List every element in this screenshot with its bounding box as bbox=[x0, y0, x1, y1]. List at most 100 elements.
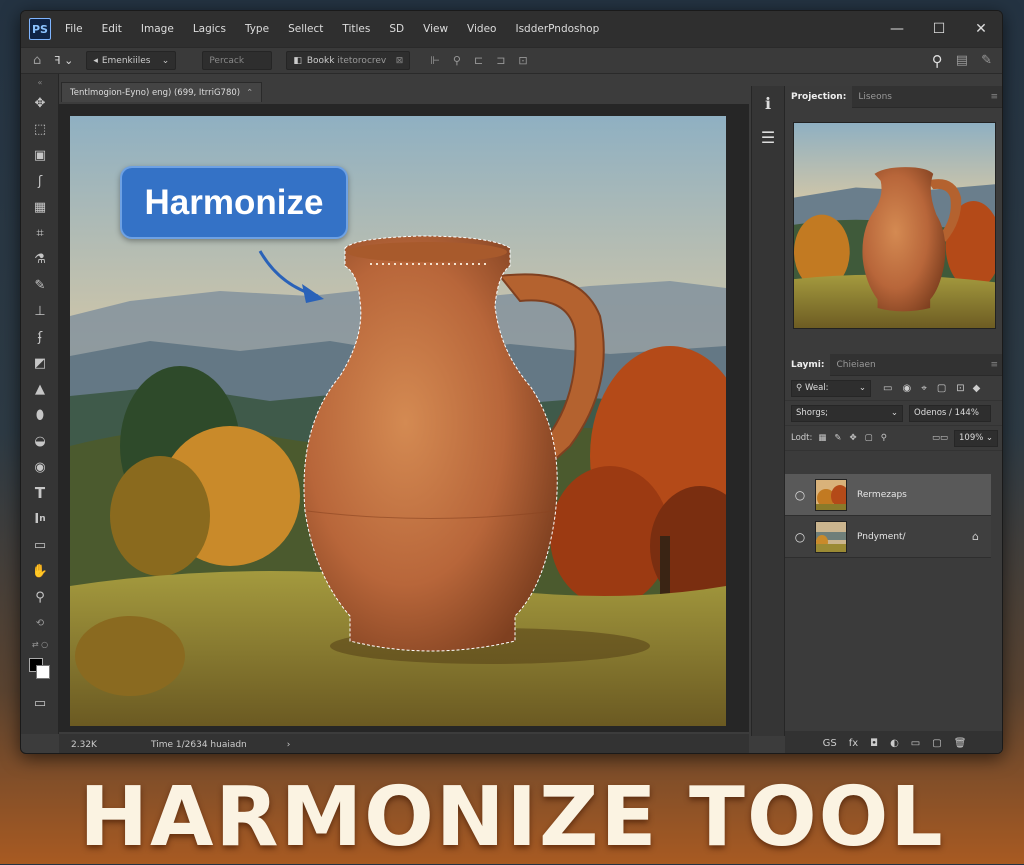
marquee-tool-icon[interactable]: ⬚ bbox=[21, 116, 59, 142]
mask-icon[interactable]: ◘ bbox=[870, 738, 878, 749]
object-select-tool-icon[interactable]: ▦ bbox=[21, 194, 59, 220]
layer-row-background[interactable]: ○ Pndyment/ ⌂ bbox=[785, 516, 991, 558]
lock-row: Lodt: ▦ ✎ ✥ ▢ ⚲ ▭▭ 109% ⌄ bbox=[785, 426, 1002, 451]
layers-footer: GS fx ◘ ◐ ▭ ▢ 🗑 bbox=[785, 731, 1002, 753]
home-icon[interactable]: ⌂ bbox=[33, 53, 41, 68]
menu-select[interactable]: Sellect bbox=[288, 23, 323, 35]
info-panel-icon[interactable]: ℹ bbox=[752, 86, 784, 120]
align-center-icon[interactable]: ⚲ bbox=[453, 54, 461, 67]
filter-pixel-icon[interactable]: ▭ bbox=[883, 383, 892, 394]
panel-menu-icon[interactable]: ≡ bbox=[990, 92, 998, 102]
visibility-eye-icon[interactable]: ○ bbox=[785, 488, 815, 502]
lasso-tool-icon[interactable]: ʃ bbox=[21, 168, 59, 194]
filter-adjust-icon[interactable]: ◉ bbox=[902, 383, 911, 394]
eraser-tool-icon[interactable]: ◩ bbox=[21, 350, 59, 376]
lock-brush-icon[interactable]: ✎ bbox=[834, 433, 841, 443]
menu-edit[interactable]: Edit bbox=[102, 23, 122, 35]
menu-view[interactable]: View bbox=[423, 23, 448, 35]
default-colors-icon[interactable]: ⇄ ○ bbox=[21, 636, 59, 652]
collapse-icon[interactable]: « bbox=[21, 74, 59, 90]
edit-toolbar-icon[interactable]: ⟲ bbox=[21, 610, 59, 636]
zoom-level[interactable]: 2.32K bbox=[71, 740, 141, 750]
layer-row-selected[interactable]: ○ Rermezaps bbox=[785, 474, 991, 516]
shape-tool-icon[interactable]: ▭ bbox=[21, 532, 59, 558]
tools-panel: « ✥ ⬚ ▣ ʃ ▦ ⌗ ⚗ ✎ ⊥ ʄ ◩ ▲ ⬮ ◒ ◉ T In ▭ ✋… bbox=[21, 74, 59, 734]
tab-layers[interactable]: Laymi: bbox=[785, 353, 831, 376]
menu-video[interactable]: Video bbox=[467, 23, 496, 35]
gradient-tool-icon[interactable]: ▲ bbox=[21, 376, 59, 402]
filter-toggle-icon[interactable]: ◆ bbox=[973, 383, 981, 394]
menu-3d[interactable]: SD bbox=[389, 23, 404, 35]
filter-type-icon[interactable]: ⌖ bbox=[921, 383, 927, 394]
menu-image[interactable]: Image bbox=[141, 23, 174, 35]
blend-mode-dropdown[interactable]: Shorgs; ⌄ bbox=[791, 404, 903, 422]
history-brush-tool-icon[interactable]: ʄ bbox=[21, 324, 59, 350]
workspace-icon[interactable]: ▤ bbox=[956, 53, 968, 68]
zoom-tool-icon[interactable]: ⚲ bbox=[21, 584, 59, 610]
menu-file[interactable]: File bbox=[65, 23, 83, 35]
delete-icon[interactable]: 🗑 bbox=[954, 738, 967, 749]
opacity-field[interactable]: Odenos / 144% bbox=[909, 404, 991, 422]
fx-icon[interactable]: fx bbox=[849, 738, 858, 749]
chevron-down-icon: ⌄ bbox=[985, 433, 993, 443]
align-middle-icon[interactable]: ⊐ bbox=[496, 54, 505, 67]
lock-search-icon[interactable]: ⚲ bbox=[881, 433, 887, 443]
tab-liseons[interactable]: Liseons bbox=[852, 86, 898, 108]
color-swatches[interactable] bbox=[21, 652, 59, 686]
menu-type[interactable]: Type bbox=[245, 23, 269, 35]
maximize-button[interactable]: ☐ bbox=[918, 21, 960, 37]
filter-shape-icon[interactable]: ▢ bbox=[937, 383, 946, 394]
tab-chieiaen[interactable]: Chieiaen bbox=[830, 354, 881, 376]
image-frame-tool-icon[interactable]: ▣ bbox=[21, 142, 59, 168]
align-top-icon[interactable]: ⊏ bbox=[474, 54, 483, 67]
layers-menu-icon[interactable]: ≡ bbox=[990, 360, 998, 370]
layer-thumbnail-image bbox=[816, 479, 846, 510]
book-dropdown[interactable]: ◧ Bookk itetorocrev ⊠ bbox=[286, 51, 411, 70]
blur-tool-icon[interactable]: ⬮ bbox=[21, 402, 59, 428]
pen-tool-icon[interactable]: ◉ bbox=[21, 454, 59, 480]
close-button[interactable]: ✕ bbox=[960, 21, 1002, 37]
new-layer-icon[interactable]: ▢ bbox=[932, 738, 941, 749]
chevron-down-icon: ⌄ bbox=[858, 383, 866, 393]
properties-panel-icon[interactable]: ☰ bbox=[752, 120, 784, 154]
menu-lagics[interactable]: Lagics bbox=[193, 23, 226, 35]
tool-preset-icon[interactable]: ꟻ ⌄ bbox=[54, 54, 73, 67]
tool-preset-dropdown[interactable]: ◂ Emenkiiles ⌄ bbox=[86, 51, 177, 70]
search-icon[interactable]: ⚲ bbox=[932, 52, 943, 70]
align-left-icon[interactable]: ⊩ bbox=[430, 54, 440, 67]
filter-smart-icon[interactable]: ⊡ bbox=[956, 383, 964, 394]
document-tab[interactable]: Tentlmogion-Eyno) eng) (699, ItrriG780) … bbox=[61, 82, 263, 102]
stamp-tool-icon[interactable]: ⊥ bbox=[21, 298, 59, 324]
minimize-button[interactable]: — bbox=[876, 21, 918, 37]
background-color[interactable] bbox=[36, 665, 50, 679]
brush-tool-icon[interactable]: ✎ bbox=[21, 272, 59, 298]
fill-field[interactable]: 109% ⌄ bbox=[954, 429, 998, 447]
tab-close-icon[interactable]: ⌃ bbox=[246, 88, 253, 98]
canvas-image[interactable]: Harmonize bbox=[70, 116, 726, 726]
lock-pixels-icon[interactable]: ▦ bbox=[818, 433, 826, 443]
type-tool-icon[interactable]: T bbox=[21, 480, 59, 506]
share-icon[interactable]: ✎ bbox=[981, 53, 992, 68]
link-layers-icon[interactable]: GS bbox=[823, 738, 837, 749]
screen-mode-icon[interactable]: ▭ bbox=[21, 690, 59, 716]
tab-projection[interactable]: Projection: bbox=[785, 85, 853, 108]
adjustment-icon[interactable]: ◐ bbox=[890, 738, 899, 749]
distribute-icon[interactable]: ⊡ bbox=[518, 54, 527, 67]
document-tab-title: Tentlmogion-Eyno) eng) (699, ItrriG780) bbox=[70, 87, 241, 98]
visibility-eye-icon[interactable]: ○ bbox=[785, 530, 815, 544]
dodge-tool-icon[interactable]: ◒ bbox=[21, 428, 59, 454]
canvas-area[interactable]: Harmonize bbox=[59, 104, 749, 732]
group-icon[interactable]: ▭ bbox=[911, 738, 920, 749]
lock-artboard-icon[interactable]: ▢ bbox=[865, 433, 873, 443]
status-arrow-icon[interactable]: › bbox=[287, 740, 291, 750]
path-select-tool-icon[interactable]: In bbox=[21, 506, 59, 532]
move-tool-icon[interactable]: ✥ bbox=[21, 90, 59, 116]
kind-filter-label: Weal: bbox=[804, 383, 829, 393]
hand-tool-icon[interactable]: ✋ bbox=[21, 558, 59, 584]
crop-tool-icon[interactable]: ⌗ bbox=[21, 220, 59, 246]
percack-field[interactable]: Percack bbox=[202, 51, 273, 70]
menu-titles[interactable]: Titles bbox=[342, 23, 370, 35]
lock-position-icon[interactable]: ✥ bbox=[850, 433, 857, 443]
kind-filter-dropdown[interactable]: ⚲ Weal: ⌄ bbox=[791, 379, 871, 397]
eyedropper-tool-icon[interactable]: ⚗ bbox=[21, 246, 59, 272]
